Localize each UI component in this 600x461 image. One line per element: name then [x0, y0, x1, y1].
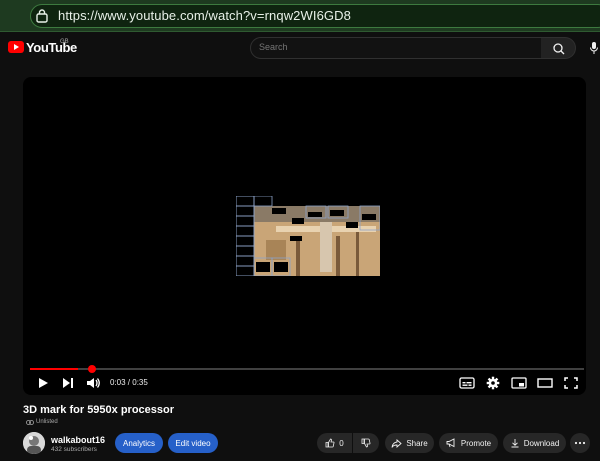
miniplayer-icon[interactable] [510, 375, 528, 391]
link-icon [26, 420, 34, 425]
youtube-logo-icon[interactable] [8, 41, 24, 53]
promote-label: Promote [460, 438, 492, 448]
settings-gear-icon[interactable] [484, 375, 502, 391]
analytics-button[interactable]: Analytics [115, 433, 163, 453]
avatar-image [23, 432, 45, 454]
search-input[interactable] [259, 42, 529, 52]
fullscreen-icon[interactable] [562, 375, 580, 391]
lock-icon[interactable] [36, 9, 48, 23]
search-icon [553, 43, 565, 55]
download-button[interactable]: Download [503, 433, 566, 453]
subtitles-icon[interactable] [458, 375, 476, 391]
more-actions-button[interactable] [570, 433, 590, 453]
volume-icon[interactable] [84, 375, 102, 391]
share-button[interactable]: Share [385, 433, 434, 453]
share-icon [391, 438, 402, 448]
dislike-button[interactable] [353, 433, 379, 453]
progress-played [30, 368, 78, 370]
thumbs-up-icon [325, 438, 335, 448]
video-frame [236, 196, 380, 276]
channel-avatar[interactable] [23, 432, 45, 454]
next-icon[interactable] [59, 375, 77, 391]
more-icon [574, 441, 586, 445]
time-display: 0:03 / 0:35 [110, 378, 148, 387]
megaphone-icon [446, 438, 455, 448]
search-button[interactable] [541, 37, 576, 59]
youtube-wordmark[interactable]: YouTube [26, 40, 77, 55]
edit-video-label: Edit video [175, 438, 211, 448]
like-count: 0 [339, 438, 344, 448]
channel-name[interactable]: walkabout16 [51, 435, 105, 445]
address-text[interactable]: https://www.youtube.com/watch?v=rnqw2WI6… [58, 8, 351, 23]
analytics-label: Analytics [122, 438, 155, 448]
download-label: Download [523, 438, 560, 448]
play-icon[interactable] [34, 375, 52, 391]
region-code: GB [60, 39, 69, 45]
promote-button[interactable]: Promote [439, 433, 498, 453]
visibility-badge: Unlisted [36, 419, 58, 425]
subscriber-count: 432 subscribers [51, 446, 97, 453]
thumbs-down-icon [361, 438, 371, 448]
download-icon [511, 439, 519, 448]
progress-bar[interactable] [30, 368, 584, 370]
share-label: Share [406, 438, 428, 448]
edit-video-button[interactable]: Edit video [168, 433, 218, 453]
microphone-icon[interactable] [590, 42, 598, 54]
video-title: 3D mark for 5950x processor [23, 404, 175, 416]
theater-mode-icon[interactable] [536, 375, 554, 391]
scrubber-handle[interactable] [88, 365, 96, 373]
like-button[interactable]: 0 [317, 433, 352, 453]
